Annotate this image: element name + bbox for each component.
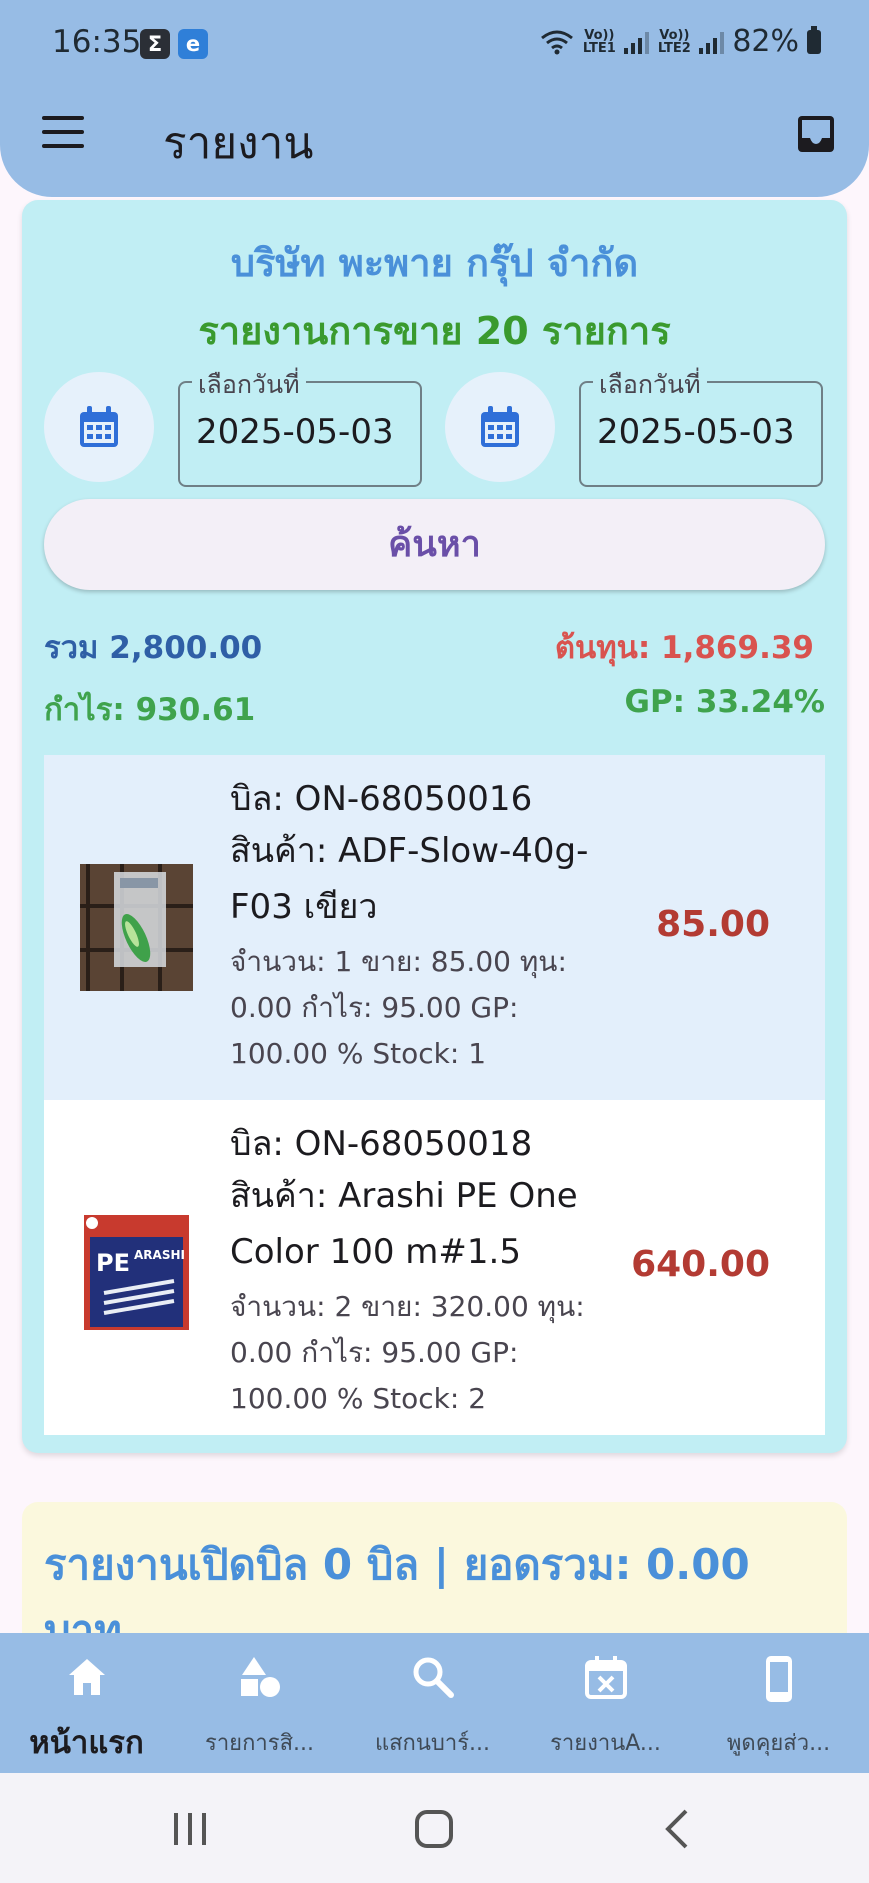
- nav-label-home: หน้าแรก: [29, 1725, 144, 1761]
- status-time: 16:35: [52, 24, 142, 60]
- product-name: สินค้า: Arashi PE One Color 100 m#1.5: [230, 1176, 578, 1272]
- inbox-icon[interactable]: [796, 114, 836, 154]
- nav-item-home[interactable]: หน้าแรก: [0, 1633, 173, 1773]
- item-amount: 85.00: [656, 904, 770, 945]
- bill-number: บิล: ON-68050018: [230, 1124, 533, 1164]
- start-date-value: 2025-05-03: [196, 412, 394, 452]
- item-stats: จำนวน: 2 ขาย: 320.00 ทุน: 0.00 กำไร: 95.…: [230, 1290, 585, 1415]
- e-app-icon: e: [178, 29, 208, 59]
- item-stats: จำนวน: 1 ขาย: 85.00 ทุน: 0.00 กำไร: 95.0…: [230, 945, 567, 1070]
- svg-text:ARASHI: ARASHI: [134, 1248, 185, 1262]
- nav-item-report[interactable]: รายงานA...: [519, 1633, 692, 1773]
- start-date-field[interactable]: เลือกวันที่ 2025-05-03: [178, 365, 422, 487]
- menu-icon[interactable]: [42, 116, 84, 148]
- product-thumbnail: [80, 864, 193, 991]
- item-amount: 640.00: [631, 1244, 770, 1285]
- nav-label-report: รายงานA...: [550, 1731, 661, 1756]
- product-thumbnail: PE ARASHI: [80, 1209, 193, 1336]
- end-date-calendar-button[interactable]: [445, 372, 555, 482]
- signal-2-icon: [699, 30, 725, 54]
- report-title: รายงานการขาย 20 รายการ: [198, 309, 671, 353]
- page-title: รายงาน: [163, 118, 314, 169]
- nav-item-products[interactable]: รายการสิ...: [173, 1633, 346, 1773]
- company-name: บริษัท พะพาย กรุ๊ป จำกัด: [230, 241, 639, 285]
- summary-profit: กำไร: 930.61: [44, 692, 256, 728]
- lte1-indicator: Vo)) LTE1: [582, 27, 616, 56]
- nav-label-chat: พูดคุยส่ว...: [726, 1731, 831, 1756]
- sales-report-card: บริษัท พะพาย กรุ๊ป จำกัด รายงานการขาย 20…: [22, 200, 847, 1453]
- list-item[interactable]: บิล: ON-68050016 สินค้า: ADF-Slow-40g-F0…: [44, 755, 825, 1100]
- calendar-icon: [481, 406, 519, 447]
- item-details: บิล: ON-68050016 สินค้า: ADF-Slow-40g-F0…: [230, 775, 620, 1077]
- start-date-calendar-button[interactable]: [44, 372, 154, 482]
- sigma-app-icon: Σ: [140, 29, 170, 59]
- end-date-value: 2025-05-03: [597, 412, 795, 452]
- wifi-icon: [541, 30, 574, 54]
- end-date-label: เลือกวันที่: [593, 365, 707, 405]
- battery-icon: [807, 25, 821, 54]
- nav-label-scan: แสกนบาร์...: [374, 1731, 491, 1756]
- item-details: บิล: ON-68050018 สินค้า: Arashi PE One C…: [230, 1120, 620, 1422]
- app-bar: 16:35 Σ e Vo)) LTE1 Vo)) LTE2 82% รายงาน: [0, 0, 869, 197]
- status-indicators: Vo)) LTE1 Vo)) LTE2 82%: [540, 24, 821, 59]
- list-item[interactable]: PE ARASHI บิล: ON-68050018 สินค้า: Arash…: [44, 1100, 825, 1435]
- summary-gp: GP: 33.24%: [624, 684, 825, 720]
- back-icon[interactable]: [658, 1809, 698, 1849]
- search-button[interactable]: ค้นหา: [44, 499, 825, 590]
- shapes-icon: [241, 1657, 280, 1697]
- signal-1-icon: [624, 30, 650, 54]
- home-icon: [69, 1659, 105, 1695]
- nav-label-products: รายการสิ...: [205, 1731, 314, 1756]
- nav-item-scan[interactable]: แสกนบาร์...: [346, 1633, 519, 1773]
- svg-text:PE: PE: [96, 1249, 130, 1277]
- battery-percent: 82%: [732, 24, 799, 59]
- lte2-indicator: Vo)) LTE2: [657, 27, 691, 56]
- calendar-x-icon: [585, 1656, 627, 1699]
- bottom-navigation: หน้าแรก รายการสิ... แสกนบาร์... รายงานA.…: [0, 1633, 869, 1773]
- bill-number: บิล: ON-68050016: [230, 779, 533, 819]
- product-name: สินค้า: ADF-Slow-40g-F03 เขียว: [230, 831, 589, 927]
- phone-icon: [766, 1656, 792, 1702]
- summary-total: รวม 2,800.00: [44, 630, 263, 666]
- start-date-label: เลือกวันที่: [192, 365, 306, 405]
- recents-icon[interactable]: [170, 1809, 210, 1849]
- home-nav-icon[interactable]: [414, 1809, 454, 1849]
- status-bar: 16:35 Σ e Vo)) LTE1 Vo)) LTE2 82%: [0, 0, 869, 90]
- calendar-icon: [80, 406, 118, 447]
- summary-cost: ต้นทุน: 1,869.39: [554, 630, 814, 666]
- nav-item-chat[interactable]: พูดคุยส่ว...: [692, 1633, 865, 1773]
- search-icon: [413, 1657, 454, 1698]
- end-date-field[interactable]: เลือกวันที่ 2025-05-03: [579, 365, 823, 487]
- system-navigation-bar: [0, 1773, 869, 1883]
